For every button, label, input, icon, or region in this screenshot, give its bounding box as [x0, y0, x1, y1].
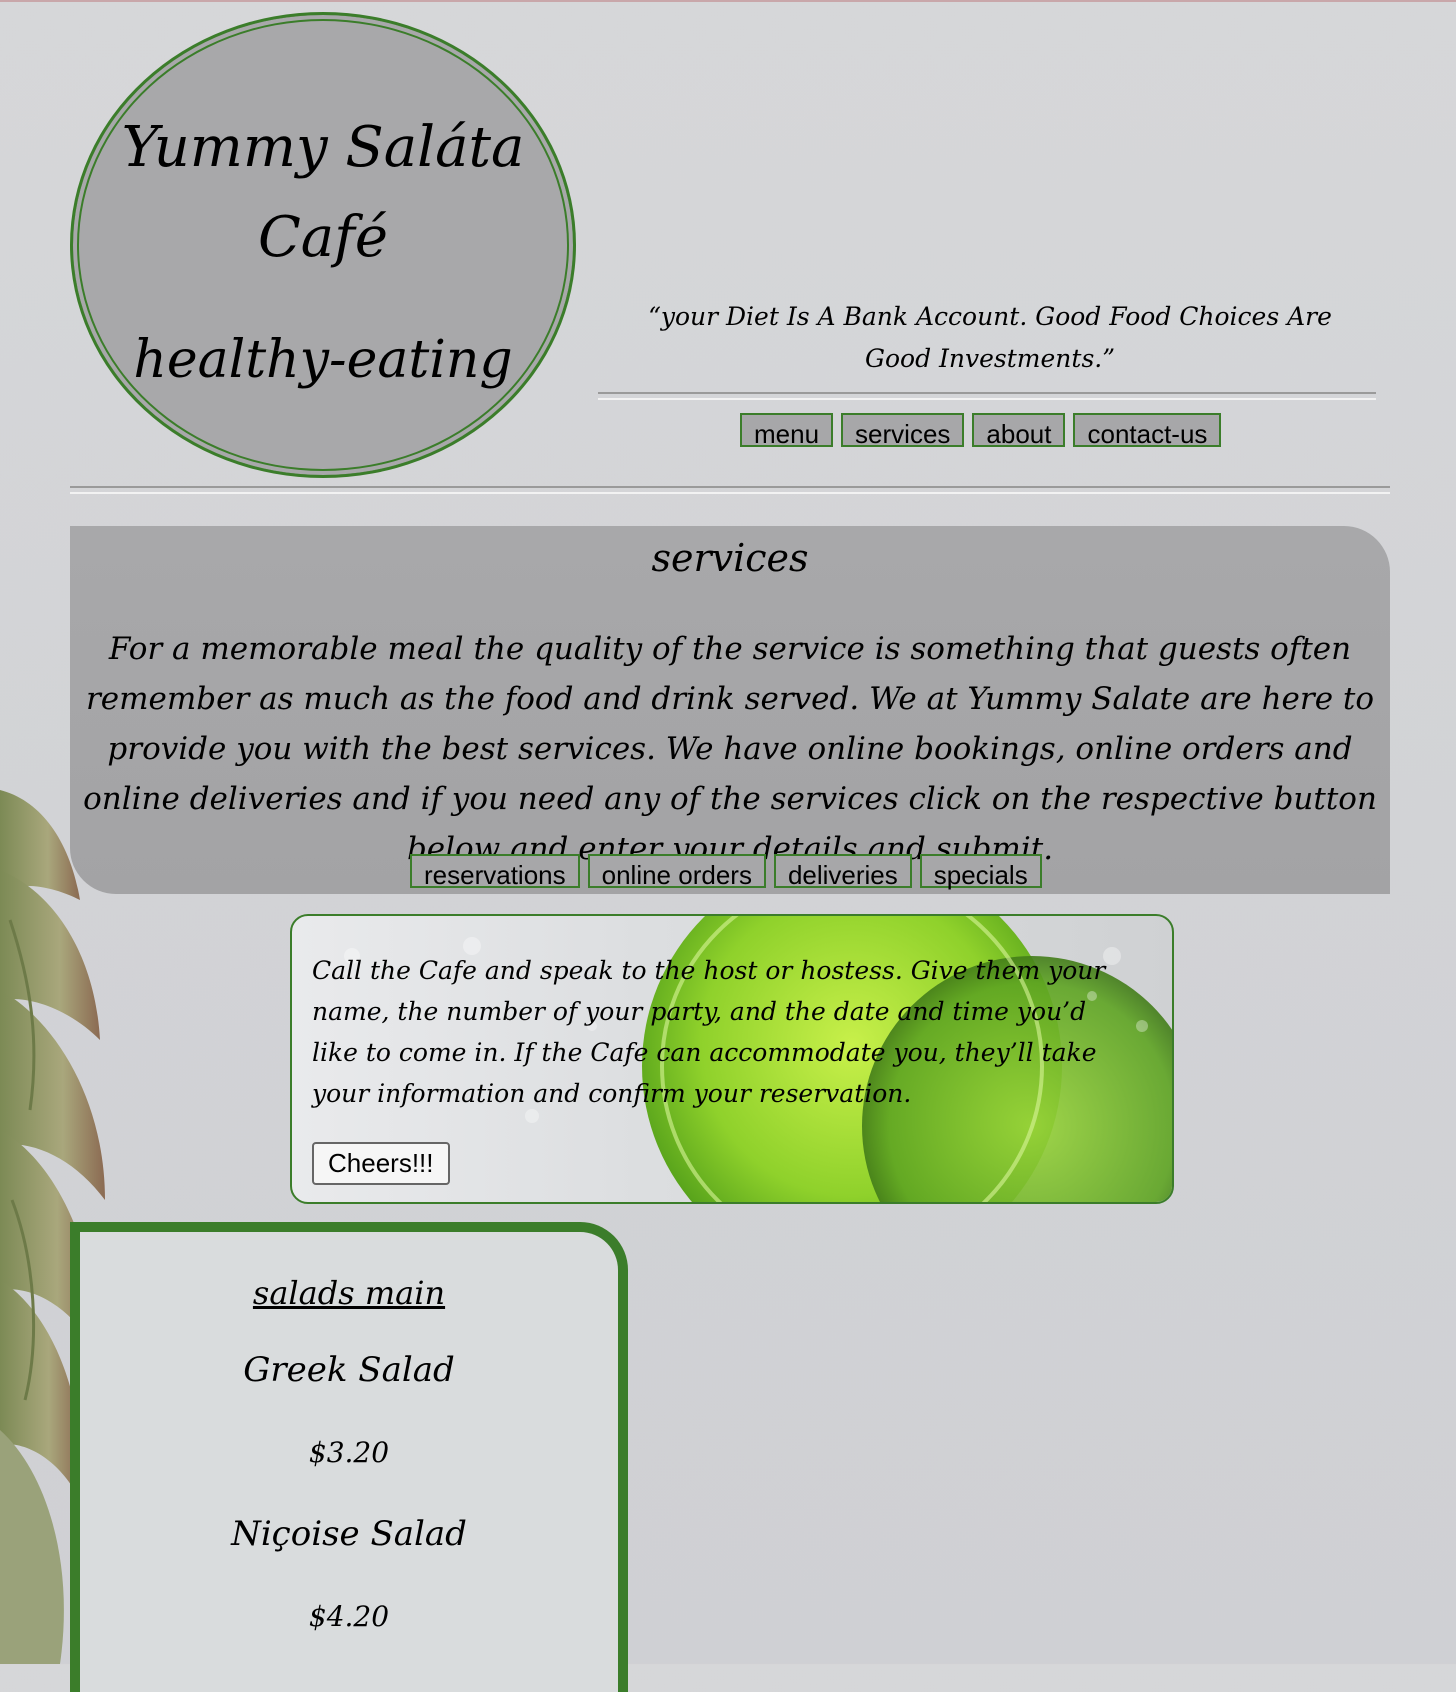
main-nav: menu services about contact-us: [740, 413, 1222, 449]
services-description: For a memorable meal the quality of the …: [83, 631, 1377, 867]
menu-heading: salads main: [252, 1274, 446, 1312]
menu-item-price: $4.20: [308, 1600, 390, 1633]
reservations-button[interactable]: reservations: [410, 854, 580, 890]
reservation-instructions: Call the Cafe and speak to the host or h…: [312, 956, 1106, 1108]
site-tagline: healthy-eating: [133, 330, 513, 390]
menu-item-name: Greek Salad: [243, 1350, 455, 1390]
logo-circle: Yummy Saláta Café healthy-eating: [70, 12, 576, 478]
deliveries-button[interactable]: deliveries: [773, 854, 912, 890]
menu-item-price: $3.20: [308, 1436, 390, 1469]
header-divider: [70, 486, 1390, 494]
top-border: [0, 0, 1456, 2]
nav-services-button[interactable]: services: [841, 413, 965, 449]
services-heading: services: [651, 536, 809, 580]
menu-card: salads main Greek Salad $3.20 Niçoise Sa…: [70, 1222, 628, 1692]
menu-item-name: Niçoise Salad: [231, 1514, 467, 1554]
header-quote: “your Diet Is A Bank Account. Good Food …: [648, 302, 1332, 373]
site-title: Yummy Saláta Café: [121, 115, 525, 270]
nav-contact-us-button[interactable]: contact-us: [1073, 413, 1222, 449]
specials-button[interactable]: specials: [919, 854, 1042, 890]
services-panel: services For a memorable meal the qualit…: [70, 526, 1390, 894]
cheers-button[interactable]: Cheers!!!: [312, 1142, 450, 1185]
nav-about-button[interactable]: about: [972, 413, 1066, 449]
nav-menu-button[interactable]: menu: [740, 413, 834, 449]
reservation-card: Call the Cafe and speak to the host or h…: [290, 914, 1174, 1204]
services-buttons: reservations online orders deliveries sp…: [410, 854, 1042, 890]
online-orders-button[interactable]: online orders: [587, 854, 766, 890]
quote-divider: [598, 392, 1376, 400]
